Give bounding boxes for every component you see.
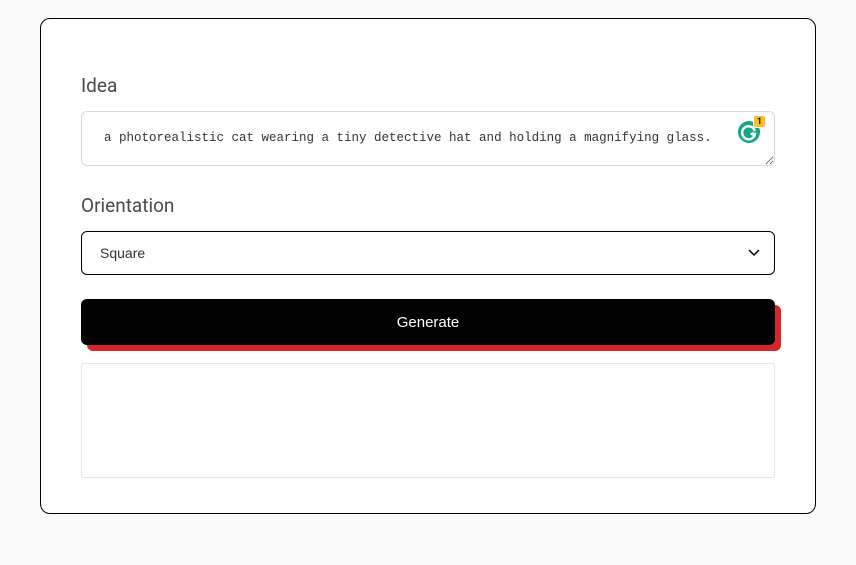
form-card: Idea 1 Orientation Square Generate (40, 18, 816, 514)
orientation-label: Orientation (81, 194, 775, 217)
idea-field-group: Idea 1 (81, 74, 775, 170)
idea-label: Idea (81, 74, 775, 97)
grammarly-icon[interactable]: 1 (737, 120, 761, 144)
idea-textarea-wrap: 1 (81, 111, 775, 170)
generate-button-wrap: Generate (81, 299, 775, 345)
orientation-select[interactable]: Square (81, 231, 775, 275)
idea-input[interactable] (81, 111, 775, 166)
output-area (81, 363, 775, 478)
orientation-field-group: Orientation Square (81, 194, 775, 275)
generate-button[interactable]: Generate (81, 299, 775, 345)
grammarly-count-badge: 1 (753, 115, 766, 128)
